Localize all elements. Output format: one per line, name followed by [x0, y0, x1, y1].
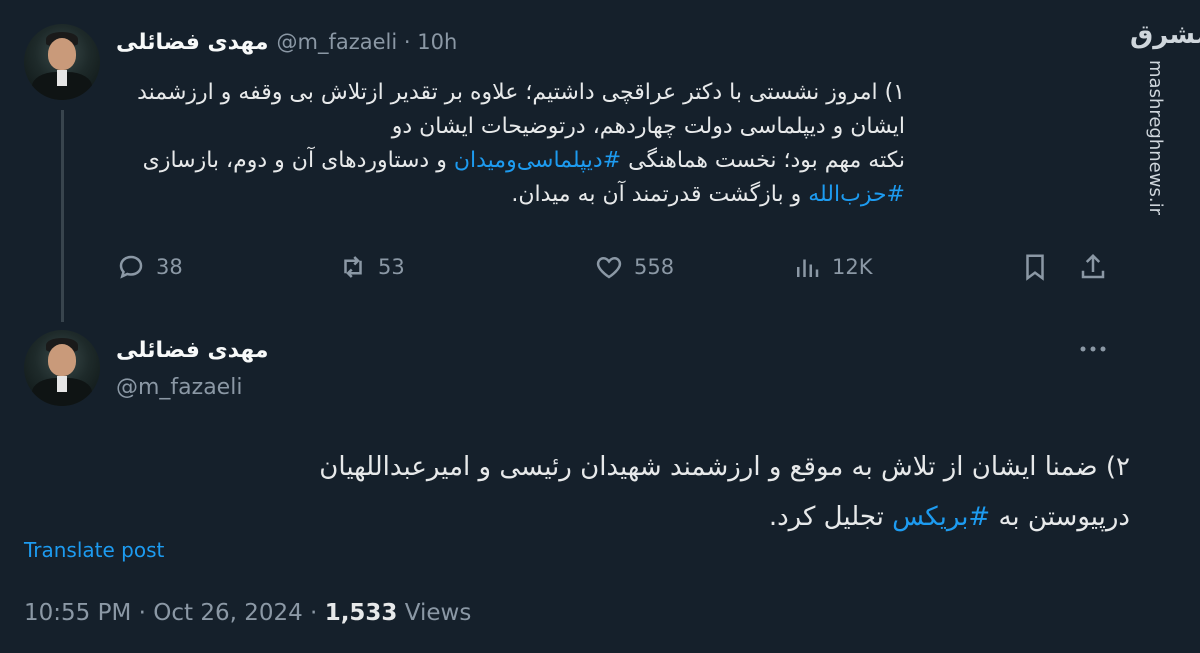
- like-count: 558: [634, 255, 675, 279]
- tweet1-handle-time[interactable]: @m_fazaeli · 10h: [277, 30, 458, 54]
- tweet1-avatar[interactable]: [24, 24, 100, 100]
- share-button[interactable]: [1078, 252, 1108, 282]
- text-segment: و دستاوردهای آن و دوم، بازسازی: [142, 148, 454, 173]
- tweet2-text: ۲) ضمنا ایشان از تلاش به موقع و ارزشمند …: [140, 442, 1130, 542]
- tweet1-text: ۱) امروز نشستی با دکتر عراقچی داشتیم؛ عل…: [110, 76, 905, 212]
- heart-icon: [596, 256, 622, 279]
- repost-button[interactable]: 53: [338, 252, 405, 282]
- translate-post-link[interactable]: Translate post: [24, 538, 164, 562]
- tweet2-text-line: ۲) ضمنا ایشان از تلاش به موقع و ارزشمند …: [319, 452, 1130, 482]
- views-count: 12K: [832, 255, 873, 279]
- tweet1-author-name[interactable]: مهدی فضائلی: [116, 30, 269, 55]
- more-options-button[interactable]: [1076, 334, 1110, 364]
- text-segment: نکته مهم بود؛ نخست هماهنگی: [621, 148, 905, 173]
- tweet1-text-line: نکته مهم بود؛ نخست هماهنگی #دیپلماسی‌ومی…: [110, 144, 905, 178]
- text-segment: تجلیل کرد.: [768, 502, 893, 532]
- tweet1-header: مهدی فضائلی @m_fazaeli · 10h: [116, 30, 457, 55]
- watermark-logo: مشرق: [1130, 20, 1200, 50]
- tweet2-meta: 10:55 PM · Oct 26, 2024 · 1,533 Views: [24, 600, 471, 626]
- reply-icon: [119, 255, 143, 279]
- hashtag-link[interactable]: #دیپلماسی‌ومیدان: [454, 148, 621, 173]
- like-button[interactable]: 558: [594, 252, 674, 282]
- tweet1-text-line: #حزب‌الله و بازگشت قدرتمند آن به میدان.: [110, 178, 905, 212]
- bookmark-button[interactable]: [1020, 252, 1050, 282]
- repost-count: 53: [378, 255, 405, 279]
- reply-count: 38: [156, 255, 183, 279]
- views-icon: [797, 259, 819, 277]
- hashtag-link[interactable]: #بریکس: [892, 502, 990, 532]
- bookmark-icon: [1026, 254, 1044, 281]
- tweet2-author-name[interactable]: مهدی فضائلی: [116, 338, 269, 363]
- tweet1-text-line: ۱) امروز نشستی با دکتر عراقچی داشتیم؛ عل…: [137, 80, 905, 105]
- hashtag-link[interactable]: #حزب‌الله: [808, 182, 905, 207]
- watermark-site: mashreghnews.ir: [1145, 60, 1166, 215]
- views-button[interactable]: 12K: [792, 252, 873, 282]
- text-segment: و بازگشت قدرتمند آن به میدان.: [511, 182, 809, 207]
- share-icon: [1081, 253, 1105, 279]
- reply-button[interactable]: 38: [116, 252, 183, 282]
- watermark-site-wrapper: mashreghnews.ir: [1145, 60, 1166, 235]
- thread-connector-line: [61, 110, 64, 322]
- more-icon: [1080, 346, 1106, 352]
- tweet2-handle[interactable]: @m_fazaeli: [116, 375, 242, 400]
- text-segment: درپیوستن به: [990, 502, 1130, 532]
- tweet2-text-line: درپیوستن به #بریکس تجلیل کرد.: [140, 492, 1130, 542]
- post-timestamp[interactable]: 10:55 PM · Oct 26, 2024 ·: [24, 600, 325, 626]
- repost-icon: [344, 256, 362, 278]
- views-total: 1,533: [324, 600, 398, 626]
- views-label: Views: [397, 600, 472, 626]
- tweet1-text-line: ایشان و دیپلماسی دولت چهاردهم، درتوضیحات…: [391, 114, 905, 139]
- tweet2-avatar[interactable]: [24, 330, 100, 406]
